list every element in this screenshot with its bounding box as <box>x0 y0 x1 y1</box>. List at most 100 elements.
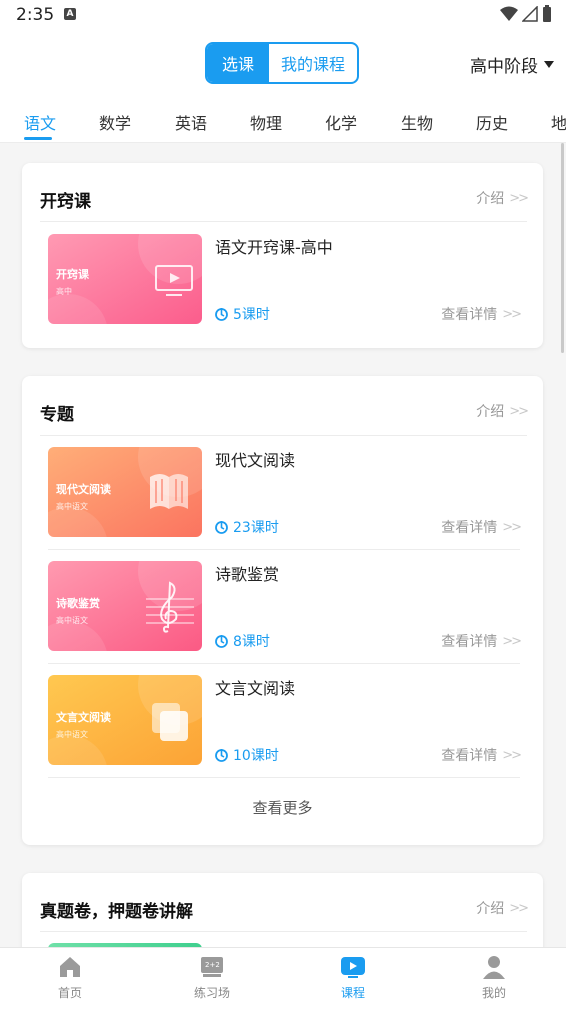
detail-label: 查看详情 <box>441 748 498 764</box>
detail-label: 查看详情 <box>441 634 498 650</box>
course-name: 语文开窍课-高中 <box>215 238 333 257</box>
tab-subject-chemistry[interactable]: 化学 <box>325 110 357 134</box>
tab-subject-history[interactable]: 历史 <box>476 110 508 134</box>
tab-subject-physics[interactable]: 物理 <box>250 110 282 134</box>
tv-icon <box>155 265 193 296</box>
lesson-icon <box>215 749 228 762</box>
section-intro-link[interactable]: 介绍 >> <box>476 188 529 208</box>
tab-subject-geography[interactable]: 地 <box>551 110 566 134</box>
section-title: 开窍课 <box>40 192 91 212</box>
course-name: 文言文阅读 <box>215 679 296 698</box>
nav-profile[interactable]: 我的 <box>454 954 534 1001</box>
nav-courses[interactable]: 课程 <box>313 954 393 1001</box>
thumbnail-subtitle: 高中语文 <box>56 730 88 739</box>
double-chevron-right-icon: >> <box>502 633 522 649</box>
course-thumbnail: 文言文阅读 高中语文 <box>48 675 202 765</box>
section-title: 真题卷，押题卷讲解 <box>40 902 193 922</box>
view-detail-link[interactable]: 查看详情 >> <box>441 517 522 537</box>
course-thumbnail: 开窍课 高中 <box>48 234 202 324</box>
stage-label: 高中阶段 <box>470 57 538 77</box>
nav-practice[interactable]: 2+2 练习场 <box>172 954 252 1001</box>
course-name: 现代文阅读 <box>215 451 296 470</box>
course-lessons: 8课时 <box>215 631 270 651</box>
svg-text:2+2: 2+2 <box>205 961 220 969</box>
course-thumbnail: 诗歌鉴赏 高中语文 <box>48 561 202 651</box>
double-chevron-right-icon: >> <box>509 190 529 206</box>
home-icon <box>60 957 80 977</box>
intro-label: 介绍 <box>476 191 505 207</box>
double-chevron-right-icon: >> <box>502 306 522 322</box>
wifi-icon <box>500 6 518 21</box>
book-icon <box>150 474 188 509</box>
course-item[interactable]: 开窍课 高中 语文开窍课-高中 5课时 查看详情 >> <box>48 234 522 324</box>
stage-dropdown[interactable]: 高中阶段 <box>470 52 554 77</box>
thumbnail-title: 诗歌鉴赏 <box>56 597 100 610</box>
tab-subject-math[interactable]: 数学 <box>99 110 131 134</box>
course-lessons: 5课时 <box>215 304 270 324</box>
course-thumbnail: 现代文阅读 高中语文 <box>48 447 202 537</box>
thumbnail-title: 现代文阅读 <box>56 483 111 496</box>
course-mode-toggle: 选课 我的课程 <box>205 42 359 84</box>
section-title: 专题 <box>40 405 74 425</box>
view-detail-link[interactable]: 查看详情 >> <box>441 304 522 324</box>
top-header: 选课 我的课程 高中阶段 <box>0 30 566 100</box>
nav-home[interactable]: 首页 <box>30 954 110 1001</box>
lessons-count: 5课时 <box>233 307 270 323</box>
course-divider <box>48 663 520 664</box>
section-card-topics: 专题 介绍 >> 现代文阅读 高中语文 现代文阅读 23课时 查看详情 >> 诗… <box>22 376 543 845</box>
section-card-kaiqiao: 开窍课 介绍 >> 开窍课 高中 语文开窍课-高中 5课时 查看详情 >> <box>22 163 543 348</box>
battery-icon <box>543 5 551 22</box>
double-chevron-right-icon: >> <box>502 747 522 763</box>
course-item[interactable]: 文言文阅读 高中语文 文言文阅读 10课时 查看详情 >> <box>48 675 522 765</box>
thumbnail-title: 开窍课 <box>56 268 89 281</box>
intro-label: 介绍 <box>476 404 505 420</box>
double-chevron-right-icon: >> <box>509 900 529 916</box>
lesson-icon <box>215 521 228 534</box>
course-divider <box>48 777 520 778</box>
detail-label: 查看详情 <box>441 307 498 323</box>
lesson-icon <box>215 308 228 321</box>
play-screen-icon <box>341 957 365 978</box>
lessons-count: 10课时 <box>233 748 279 764</box>
detail-label: 查看详情 <box>441 520 498 536</box>
subject-tabs: 语文 数学 英语 物理 化学 生物 历史 地 <box>0 100 566 143</box>
status-bar: 2:35 A <box>0 0 566 30</box>
lessons-count: 8课时 <box>233 634 270 650</box>
signal-icon <box>522 6 538 22</box>
tab-subject-chinese[interactable]: 语文 <box>24 110 56 134</box>
section-intro-link[interactable]: 介绍 >> <box>476 898 529 918</box>
caret-down-icon <box>544 61 554 68</box>
tab-subject-biology[interactable]: 生物 <box>401 110 433 134</box>
section-intro-link[interactable]: 介绍 >> <box>476 401 529 421</box>
double-chevron-right-icon: >> <box>502 519 522 535</box>
tab-my-courses[interactable]: 我的课程 <box>269 44 357 82</box>
thumbnail-title: 文言文阅读 <box>56 711 111 724</box>
view-detail-link[interactable]: 查看详情 >> <box>441 745 522 765</box>
view-more-button[interactable]: 查看更多 <box>22 797 543 818</box>
thumbnail-subtitle: 高中 <box>56 287 72 296</box>
tab-select-course[interactable]: 选课 <box>207 44 269 82</box>
thumbnail-subtitle: 高中语文 <box>56 616 88 625</box>
course-name: 诗歌鉴赏 <box>215 565 280 584</box>
bottom-navigation: 首页 2+2 练习场 课程 我的 <box>0 947 566 1009</box>
notification-badge-icon: A <box>64 8 76 20</box>
active-tab-indicator <box>24 137 52 140</box>
course-item[interactable]: 诗歌鉴赏 高中语文 诗歌鉴赏 8课时 查看详情 >> <box>48 561 522 651</box>
section-divider <box>40 435 527 436</box>
cards-icon <box>152 703 188 741</box>
view-detail-link[interactable]: 查看详情 >> <box>441 631 522 651</box>
scrollbar[interactable] <box>561 143 564 353</box>
blackboard-icon: 2+2 <box>201 957 223 977</box>
lessons-count: 23课时 <box>233 520 279 536</box>
lesson-icon <box>215 635 228 648</box>
nav-label: 首页 <box>57 986 82 1000</box>
nav-label: 课程 <box>340 986 365 1000</box>
tab-subject-english[interactable]: 英语 <box>175 110 207 134</box>
course-item[interactable]: 现代文阅读 高中语文 现代文阅读 23课时 查看详情 >> <box>48 447 522 537</box>
course-divider <box>48 549 520 550</box>
nav-label: 我的 <box>481 986 506 1000</box>
double-chevron-right-icon: >> <box>509 403 529 419</box>
course-lessons: 23课时 <box>215 517 279 537</box>
section-divider <box>40 931 527 932</box>
user-icon <box>483 956 505 979</box>
